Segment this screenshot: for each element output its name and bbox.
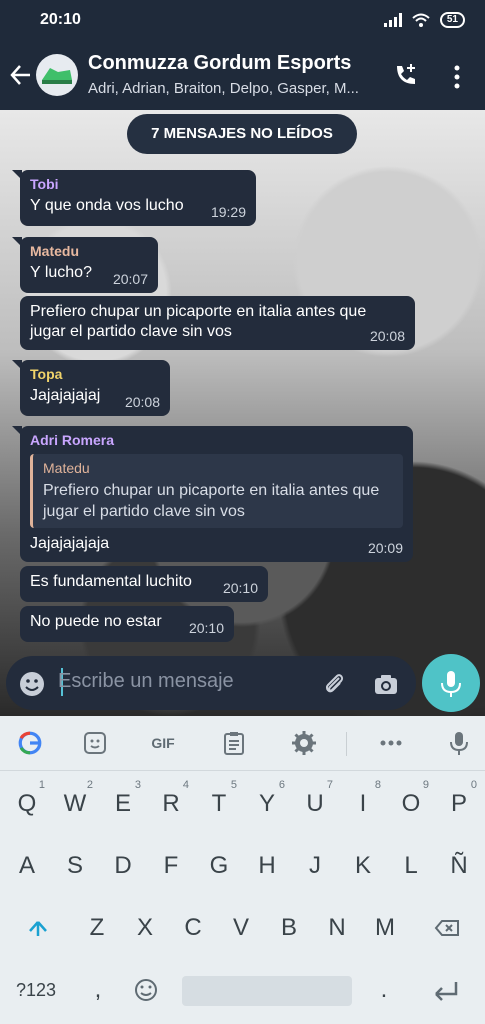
clipboard-icon[interactable] [222, 730, 246, 756]
chat-title[interactable]: Conmuzza Gordum Esports [88, 52, 351, 75]
message-sender: Topa [30, 366, 63, 382]
microphone-icon [441, 671, 461, 697]
chat-background: 7 MENSAJES NO LEÍDOS Tobi Y que onda vos… [0, 110, 485, 716]
backspace-key[interactable] [424, 904, 468, 952]
key-u[interactable]: U7 [293, 779, 337, 828]
message-bubble[interactable]: Prefiero chupar un picaporte en italia a… [20, 296, 415, 350]
key-y[interactable]: Y6 [245, 779, 289, 828]
key-k[interactable]: K [341, 842, 385, 890]
key-a[interactable]: A [5, 842, 49, 890]
key-enye[interactable]: Ñ [437, 842, 481, 890]
key-f[interactable]: F [149, 842, 193, 890]
sticker-icon[interactable] [82, 730, 108, 756]
emoji-smile-icon [135, 979, 157, 1001]
message-bubble[interactable]: Topa Jajajajajaj 20:08 [12, 360, 170, 416]
status-time: 20:10 [40, 11, 81, 28]
enter-arrow-icon [435, 982, 458, 1001]
message-time: 20:10 [222, 580, 258, 596]
key-z[interactable]: Z [75, 904, 119, 952]
status-icons: 51 [383, 12, 465, 28]
message-sender: Adri Romera [30, 432, 115, 448]
key-s[interactable]: S [53, 842, 97, 890]
emoji-icon[interactable] [18, 670, 46, 698]
shift-arrow-icon [29, 921, 47, 936]
battery-icon: 51 [439, 12, 465, 28]
keyboard-toolbar: GIF [0, 716, 485, 771]
message-time: 20:10 [188, 620, 224, 636]
attach-icon[interactable] [320, 669, 348, 697]
message-time: 20:07 [112, 271, 148, 287]
quoted-sender: Matedu [43, 460, 90, 476]
message-time: 20:08 [124, 394, 160, 410]
key-i[interactable]: I8 [341, 779, 385, 828]
emoji-key[interactable] [124, 966, 168, 1014]
quoted-text: Prefiero chupar un picaporte en italia a… [43, 482, 380, 520]
key-p[interactable]: P0 [437, 779, 481, 828]
message-time: 20:09 [367, 540, 403, 556]
message-time: 20:08 [369, 328, 405, 344]
key-t[interactable]: T5 [197, 779, 241, 828]
signal-icon [383, 13, 402, 27]
message-time: 19:29 [210, 204, 246, 220]
more-dots-icon[interactable] [378, 730, 404, 756]
camera-icon[interactable] [372, 670, 400, 698]
settings-gear-icon[interactable] [291, 730, 317, 756]
message-bubble[interactable]: Es fundamental luchito 20:10 [20, 566, 268, 602]
voice-message-button[interactable] [422, 654, 480, 712]
period-key[interactable]: . [362, 966, 406, 1014]
key-x[interactable]: X [123, 904, 167, 952]
message-bubble[interactable]: No puede no estar 20:10 [20, 606, 234, 642]
key-g[interactable]: G [197, 842, 241, 890]
message-composer: Escribe un mensaje [6, 656, 416, 710]
chat-header: Conmuzza Gordum Esports Adri, Adrian, Br… [0, 40, 485, 110]
key-w[interactable]: W2 [53, 779, 97, 828]
unread-messages-banner: 7 MENSAJES NO LEÍDOS [127, 114, 357, 154]
symbols-key[interactable]: ?123 [14, 966, 58, 1014]
voice-input-icon[interactable] [448, 730, 470, 756]
message-bubble[interactable]: Tobi Y que onda vos lucho 19:29 [12, 170, 256, 226]
google-icon[interactable] [14, 730, 46, 756]
key-c[interactable]: C [171, 904, 215, 952]
group-avatar[interactable] [36, 54, 78, 96]
key-l[interactable]: L [389, 842, 433, 890]
message-sender: Matedu [30, 243, 79, 259]
key-o[interactable]: O9 [389, 779, 433, 828]
key-b[interactable]: B [267, 904, 311, 952]
space-key[interactable] [182, 976, 352, 1006]
wifi-icon [412, 13, 430, 27]
gif-button[interactable]: GIF [146, 730, 180, 756]
key-n[interactable]: N [315, 904, 359, 952]
status-bar: 20:10 51 [0, 0, 485, 40]
chat-members[interactable]: Adri, Adrian, Braiton, Delpo, Gasper, M.… [88, 80, 359, 97]
key-v[interactable]: V [219, 904, 263, 952]
message-bubble[interactable]: Adri Romera Matedu Prefiero chupar un pi… [12, 426, 413, 562]
message-sender: Tobi [30, 176, 59, 192]
key-h[interactable]: H [245, 842, 289, 890]
key-j[interactable]: J [293, 842, 337, 890]
key-r[interactable]: R4 [149, 779, 193, 828]
quoted-reply[interactable]: Matedu Prefiero chupar un picaporte en i… [30, 454, 403, 528]
shift-key[interactable] [16, 904, 60, 952]
enter-key[interactable] [424, 966, 468, 1014]
back-arrow-icon[interactable] [8, 60, 34, 90]
message-input[interactable]: Escribe un mensaje [58, 670, 234, 693]
message-text: Jajajajajaja [30, 535, 110, 552]
keyboard: GIF Q1 W2 E3 R4 T5 Y6 U7 I8 O9 P0 A S D … [0, 716, 485, 1024]
message-text: Prefiero chupar un picaporte en italia a… [30, 303, 367, 340]
message-bubble[interactable]: Matedu Y lucho? 20:07 [12, 237, 158, 293]
comma-key[interactable]: , [76, 966, 120, 1014]
more-options-icon[interactable] [447, 62, 467, 92]
key-q[interactable]: Q1 [5, 779, 49, 828]
key-e[interactable]: E3 [101, 779, 145, 828]
add-call-icon[interactable] [391, 60, 421, 90]
key-d[interactable]: D [101, 842, 145, 890]
shoe-logo-icon [42, 68, 72, 84]
toolbar-divider [346, 732, 347, 756]
backspace-icon [434, 920, 459, 936]
key-m[interactable]: M [363, 904, 407, 952]
